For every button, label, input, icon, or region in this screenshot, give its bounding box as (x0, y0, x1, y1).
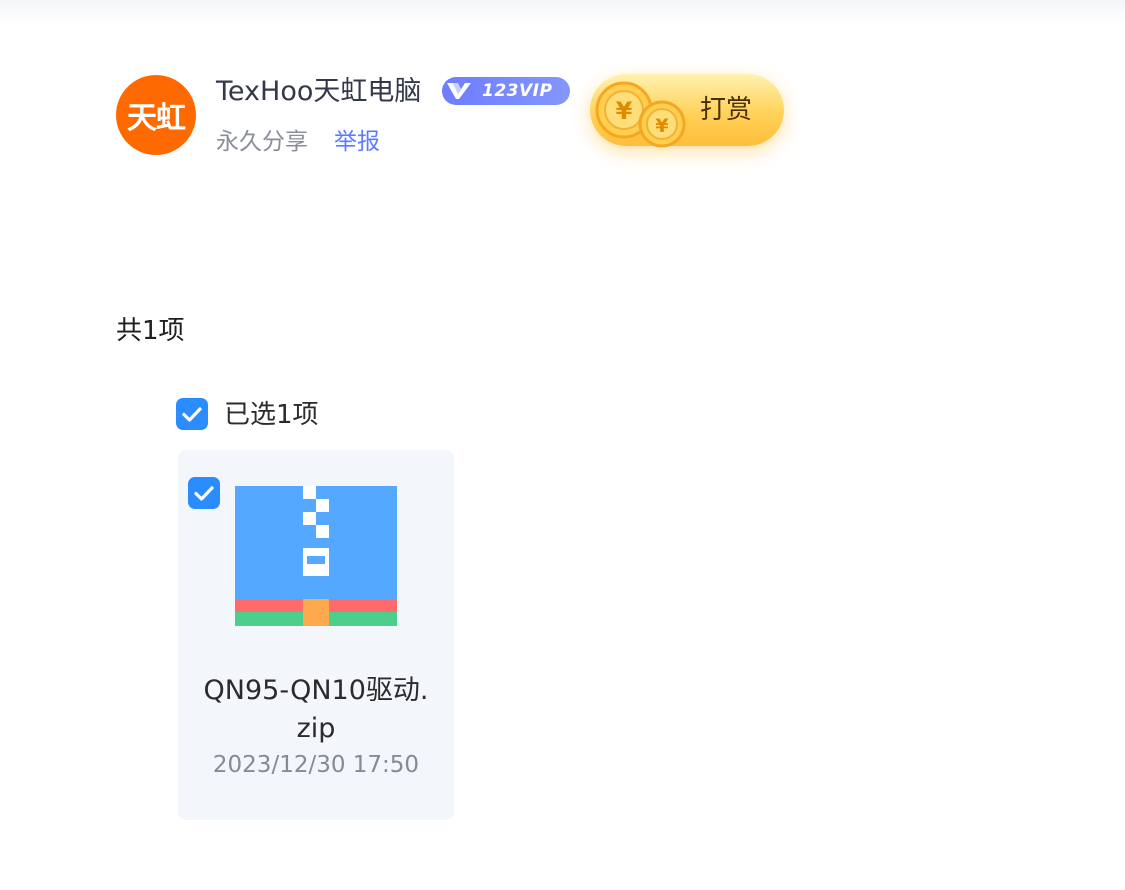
file-card[interactable]: QN95-QN10驱动. zip 2023/12/30 17:50 (178, 450, 454, 820)
vip-diamond-icon (447, 83, 471, 99)
share-type-label: 永久分享 (216, 129, 308, 155)
coins-icon: ¥ ¥ (595, 81, 686, 148)
selected-count-label: 已选1项 (224, 400, 319, 430)
item-count: 共1项 (116, 316, 185, 346)
checkmark-icon (182, 407, 202, 422)
select-all-checkbox[interactable] (176, 398, 208, 430)
report-link[interactable]: 举报 (334, 125, 380, 159)
checkmark-icon (194, 486, 214, 501)
top-bar (0, 0, 1125, 24)
username: TexHoo天虹电脑 (216, 76, 422, 107)
file-name-line: zip (296, 713, 336, 744)
vip-badge-text: 123VIP (482, 81, 553, 101)
file-date: 2023/12/30 17:50 (212, 752, 420, 778)
tip-button[interactable]: ¥ ¥ 打赏 (590, 74, 784, 148)
avatar-text: 天虹 (127, 101, 186, 136)
svg-text:¥: ¥ (616, 97, 633, 125)
zip-archive-icon (235, 486, 397, 626)
file-select-checkbox[interactable] (188, 477, 220, 509)
file-name-line: QN95-QN10驱动. (203, 675, 429, 706)
svg-text:¥: ¥ (655, 115, 668, 137)
vip-badge: 123VIP (442, 77, 570, 105)
avatar: 天虹 (116, 75, 196, 155)
tip-button-label: 打赏 (700, 95, 753, 125)
file-name: QN95-QN10驱动. zip (178, 672, 454, 748)
